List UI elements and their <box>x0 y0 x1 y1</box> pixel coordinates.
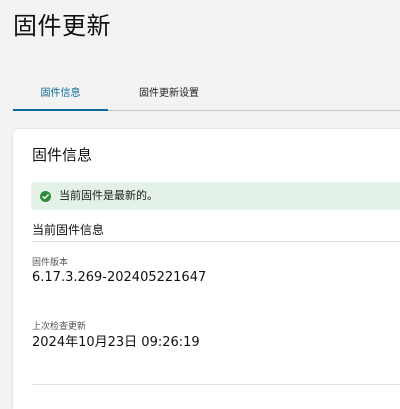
tab-label: 固件更新设置 <box>139 88 199 99</box>
check-circle-icon <box>40 191 51 202</box>
firmware-version-label: 固件版本 <box>32 258 69 268</box>
tab-label: 固件信息 <box>40 88 81 99</box>
active-tab-indicator <box>13 109 108 111</box>
last-check-value: 2024年10月23日 09:26:19 <box>32 335 200 350</box>
bottom-divider <box>32 384 400 385</box>
section-divider <box>32 241 400 242</box>
firmware-info-card: 固件信息 当前固件是最新的。 当前固件信息 固件版本 6.17.3.269-20… <box>13 129 400 409</box>
tab-bar: 固件信息 固件更新设置 <box>13 80 400 111</box>
card-title: 固件信息 <box>32 146 93 164</box>
tab-firmware-update-settings[interactable]: 固件更新设置 <box>125 80 213 108</box>
status-banner: 当前固件是最新的。 <box>31 182 400 210</box>
tab-firmware-info[interactable]: 固件信息 <box>13 80 108 111</box>
status-text: 当前固件是最新的。 <box>59 189 158 202</box>
section-title: 当前固件信息 <box>32 223 105 237</box>
last-check-label: 上次检查更新 <box>32 322 87 332</box>
firmware-version-value: 6.17.3.269-202405221647 <box>32 270 207 285</box>
page-title: 固件更新 <box>13 12 111 40</box>
